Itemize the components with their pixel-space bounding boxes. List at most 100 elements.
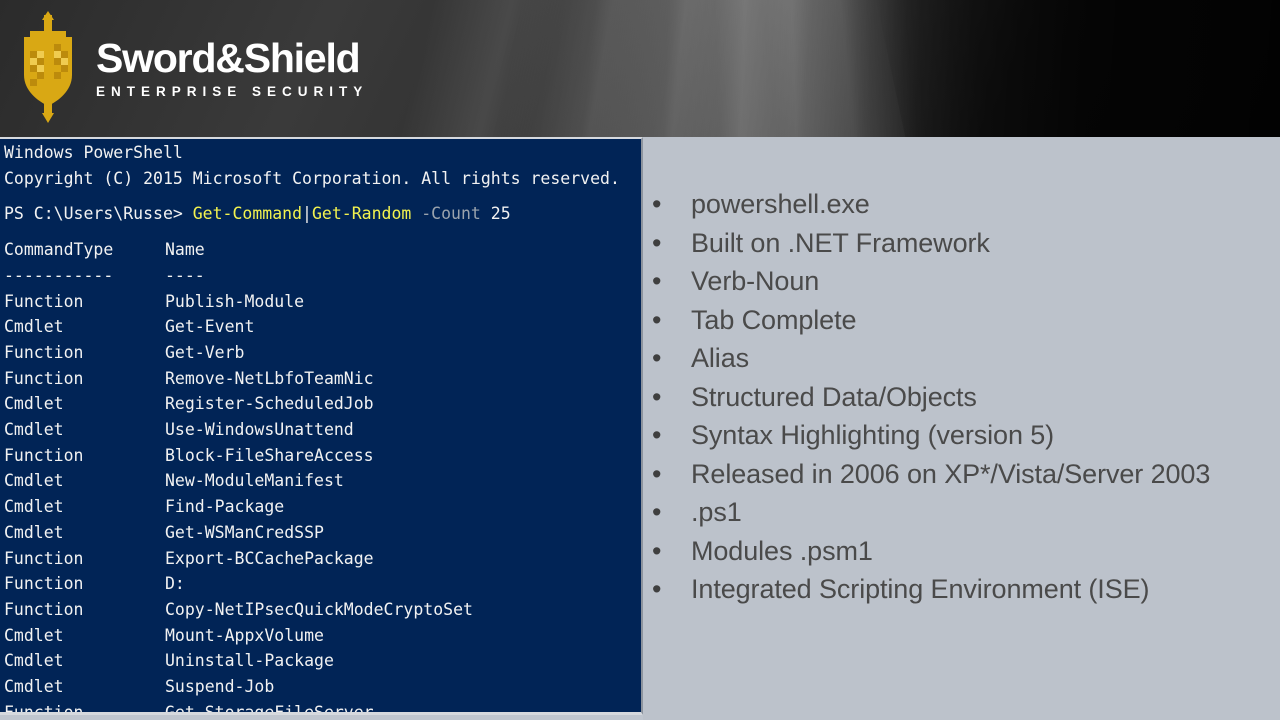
console-table-row: Cmdlet Uninstall-Package <box>4 648 641 674</box>
cell-name: Copy-NetIPsecQuickModeCryptoSet <box>165 599 473 619</box>
console-table-header: CommandType Name <box>4 237 641 263</box>
bullet-item-label: Released in 2006 on XP*/Vista/Server 200… <box>691 458 1211 489</box>
brand-name: Sword&Shield <box>96 34 361 81</box>
column-header-commandtype: CommandType <box>4 240 114 260</box>
console-table-row: Cmdlet Register-ScheduledJob <box>4 391 641 417</box>
cell-commandtype: Function <box>4 702 84 715</box>
cell-name: Export-BCCachePackage <box>165 548 374 568</box>
bullet-list-item: • Modules .psm1 <box>643 532 1270 571</box>
feature-bullet-panel: • powershell.exe • Built on .NET Framework •… <box>643 137 1280 720</box>
bullet-list-item: • Verb-Noun <box>643 262 1270 301</box>
console-table-row: Cmdlet Find-Package <box>4 494 641 520</box>
console-spacer-2 <box>4 227 641 237</box>
bullet-marker-icon: • <box>652 574 662 604</box>
cell-commandtype: Function <box>4 599 84 619</box>
console-table-row: Function Export-BCCachePackage <box>4 546 641 572</box>
brand-tagline: ENTERPRISE SECURITY <box>96 83 369 99</box>
console-table-row: Function Remove-NetLbfoTeamNic <box>4 366 641 392</box>
console-prompt-line: PS C:\Users\Russe> Get-Command|Get-Rando… <box>4 201 641 227</box>
bullet-item-label: Built on .NET Framework <box>691 227 990 258</box>
bullet-marker-icon: • <box>652 343 662 373</box>
bullet-item-label: Structured Data/Objects <box>691 381 977 412</box>
bullet-item-label: .ps1 <box>691 497 742 527</box>
cell-name: Block-FileShareAccess <box>165 445 374 465</box>
sword-shield-icon <box>14 11 82 123</box>
console-spacer <box>4 191 641 201</box>
prompt-space-1 <box>411 204 421 223</box>
cell-commandtype: Cmdlet <box>4 497 64 517</box>
cell-commandtype: Function <box>4 368 84 388</box>
cell-name: Find-Package <box>165 497 285 517</box>
cell-commandtype: Cmdlet <box>4 471 64 491</box>
cell-commandtype: Function <box>4 342 84 362</box>
bullet-list-item: • Integrated Scripting Environment (ISE) <box>643 570 1270 609</box>
bullet-list-item: • powershell.exe <box>643 185 1270 224</box>
bullet-list-item: • Built on .NET Framework <box>643 224 1270 263</box>
bullet-list-item: • Syntax Highlighting (version 5) <box>643 416 1270 455</box>
cell-name: Mount-AppxVolume <box>165 625 324 645</box>
bullet-marker-icon: • <box>652 535 662 566</box>
brand-wordmark: Sword&Shield ENTERPRISE SECURITY <box>96 36 368 101</box>
cell-name: Remove-NetLbfoTeamNic <box>165 368 374 388</box>
bullet-item-label: Tab Complete <box>691 304 857 335</box>
prompt-parameter-value: 25 <box>490 204 511 224</box>
prompt-prefix: PS C:\Users\Russe> <box>4 204 193 224</box>
prompt-parameter: -Count <box>421 204 481 224</box>
cell-commandtype: Function <box>4 574 84 594</box>
column-header-name: Name <box>165 240 205 260</box>
cell-name: Register-ScheduledJob <box>165 394 374 414</box>
bullet-list-item: • Tab Complete <box>643 301 1270 340</box>
cell-name: New-ModuleManifest <box>165 471 344 491</box>
bullet-item-label: Modules .psm1 <box>691 535 873 566</box>
console-table-rule: ----------- ---- <box>4 263 641 289</box>
prompt-command-2: Get-Random <box>311 204 412 224</box>
bullet-item-label: Syntax Highlighting (version 5) <box>691 420 1055 450</box>
console-table-row: Function Copy-NetIPsecQuickModeCryptoSet <box>4 597 641 623</box>
header-banner: Sword&Shield ENTERPRISE SECURITY <box>0 0 1280 137</box>
cell-commandtype: Cmdlet <box>4 651 64 671</box>
bullet-item-label: Integrated Scripting Environment (ISE) <box>691 574 1150 604</box>
cell-commandtype: Cmdlet <box>4 677 64 697</box>
bullet-list-item: • Released in 2006 on XP*/Vista/Server 20… <box>643 455 1270 494</box>
bullet-item-label: Alias <box>691 343 750 373</box>
cell-commandtype: Cmdlet <box>4 394 64 414</box>
bullet-marker-icon: • <box>652 458 662 489</box>
cell-name: D: <box>165 574 185 594</box>
powershell-console[interactable]: Windows PowerShell Copyright (C) 2015 Mi… <box>0 137 643 715</box>
cell-name: Uninstall-Package <box>165 651 334 671</box>
console-table-row: Function Block-FileShareAccess <box>4 443 641 469</box>
cell-commandtype: Cmdlet <box>4 522 64 542</box>
cell-name: Get-WSManCredSSP <box>165 522 324 542</box>
console-table-row: Function Get-StorageFileServer <box>4 700 641 715</box>
bullet-item-label: Verb-Noun <box>691 266 820 296</box>
console-table-row: Cmdlet Mount-AppxVolume <box>4 623 641 649</box>
rule-commandtype: ----------- <box>4 265 114 285</box>
prompt-pipe: | <box>302 204 312 224</box>
bullet-list-item: • .ps1 <box>643 493 1270 532</box>
console-table-row: Cmdlet Get-WSManCredSSP <box>4 520 641 546</box>
bullet-list-item: • Structured Data/Objects <box>643 378 1270 417</box>
cell-commandtype: Function <box>4 445 84 465</box>
bullet-item-label: powershell.exe <box>691 189 870 219</box>
cell-name: Get-Event <box>165 317 255 337</box>
console-table-row: Cmdlet Get-Event <box>4 314 641 340</box>
console-table-row: Cmdlet New-ModuleManifest <box>4 468 641 494</box>
cell-name: Get-StorageFileServer <box>165 702 374 715</box>
prompt-space-2 <box>481 204 491 223</box>
cell-commandtype: Cmdlet <box>4 317 64 337</box>
bullet-marker-icon: • <box>652 381 662 412</box>
cell-commandtype: Cmdlet <box>4 420 64 440</box>
bullet-marker-icon: • <box>652 189 662 219</box>
bullet-marker-icon: • <box>652 266 662 296</box>
console-table-row: Cmdlet Suspend-Job <box>4 674 641 700</box>
console-copyright-line: Copyright (C) 2015 Microsoft Corporation… <box>4 168 620 188</box>
bullet-marker-icon: • <box>652 227 662 258</box>
cell-commandtype: Function <box>4 548 84 568</box>
prompt-command-1: Get-Command <box>192 204 303 224</box>
console-table-body: Function Publish-Module Cmdlet Get-Event Fun… <box>4 289 641 715</box>
banner-shadow-wedge <box>873 0 1280 137</box>
cell-name: Get-Verb <box>165 342 245 362</box>
console-table-row: Function Publish-Module <box>4 289 641 315</box>
cell-commandtype: Cmdlet <box>4 625 64 645</box>
bullet-marker-icon: • <box>652 304 662 335</box>
